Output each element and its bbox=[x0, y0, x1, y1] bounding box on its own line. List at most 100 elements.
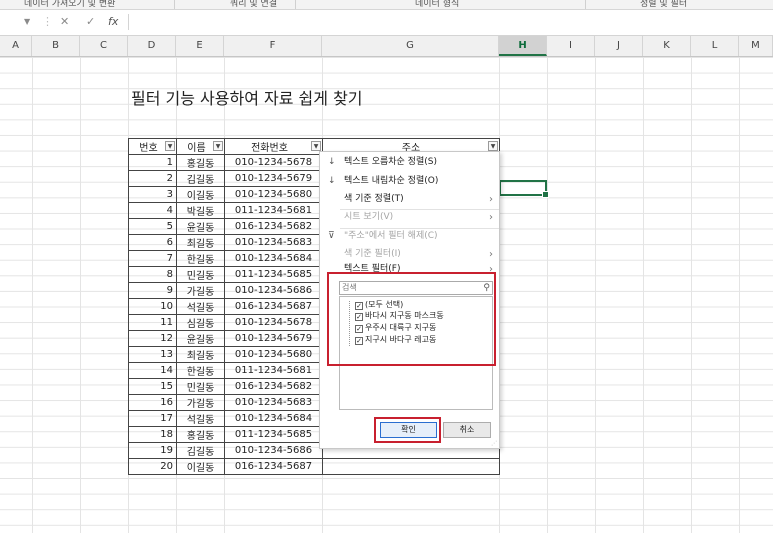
chevron-right-icon: › bbox=[489, 194, 493, 205]
cell-number[interactable]: 20 bbox=[128, 458, 177, 475]
ribbon-group-sort-filter: 정렬 및 필터 bbox=[640, 0, 688, 9]
cell-phone[interactable]: 010-1234-5683 bbox=[224, 234, 323, 251]
name-box-dropdown-icon[interactable]: ▼ bbox=[24, 17, 30, 26]
cell-number[interactable]: 16 bbox=[128, 394, 177, 411]
column-header-k[interactable]: K bbox=[643, 36, 691, 56]
cell-phone[interactable]: 010-1234-5683 bbox=[224, 394, 323, 411]
cell-phone[interactable]: 016-1234-5687 bbox=[224, 298, 323, 315]
cell-phone[interactable]: 010-1234-5684 bbox=[224, 410, 323, 427]
cell-number[interactable]: 7 bbox=[128, 250, 177, 267]
cell-number[interactable]: 19 bbox=[128, 442, 177, 459]
menu-sheet-view[interactable]: 시트 보기(V) › bbox=[320, 208, 499, 227]
cell-phone[interactable]: 011-1234-5685 bbox=[224, 266, 323, 283]
cell-phone[interactable]: 011-1234-5685 bbox=[224, 426, 323, 443]
cell-number[interactable]: 6 bbox=[128, 234, 177, 251]
cell-name[interactable]: 최길동 bbox=[176, 234, 225, 251]
column-header-e[interactable]: E bbox=[176, 36, 224, 56]
cell-number[interactable]: 3 bbox=[128, 186, 177, 203]
cell-name[interactable]: 윤길동 bbox=[176, 330, 225, 347]
menu-sort-by-color[interactable]: 색 기준 정렬(T) › bbox=[320, 190, 499, 209]
header-number: 번호 ▼ bbox=[128, 138, 177, 155]
cell-number[interactable]: 17 bbox=[128, 410, 177, 427]
cell-name[interactable]: 가길동 bbox=[176, 394, 225, 411]
cell-phone[interactable]: 010-1234-5680 bbox=[224, 346, 323, 363]
cell-address[interactable] bbox=[322, 458, 500, 475]
column-header-g[interactable]: G bbox=[322, 36, 499, 56]
insert-function-icon[interactable]: fx bbox=[108, 15, 118, 28]
cell-name[interactable]: 가길동 bbox=[176, 282, 225, 299]
selected-cell[interactable] bbox=[499, 180, 549, 198]
cell-phone[interactable]: 010-1234-5686 bbox=[224, 442, 323, 459]
enter-icon[interactable]: ✓ bbox=[86, 15, 95, 28]
cell-number[interactable]: 11 bbox=[128, 314, 177, 331]
cell-number[interactable]: 8 bbox=[128, 266, 177, 283]
cell-name[interactable]: 홍길동 bbox=[176, 154, 225, 171]
cell-number[interactable]: 1 bbox=[128, 154, 177, 171]
cell-number[interactable]: 14 bbox=[128, 362, 177, 379]
column-header-j[interactable]: J bbox=[595, 36, 643, 56]
filter-dropdown-address[interactable]: ▼ bbox=[488, 141, 498, 151]
cell-number[interactable]: 9 bbox=[128, 282, 177, 299]
cell-phone[interactable]: 010-1234-5684 bbox=[224, 250, 323, 267]
column-header-f[interactable]: F bbox=[224, 36, 322, 56]
cell-name[interactable]: 석길동 bbox=[176, 298, 225, 315]
ribbon-group-get-data: 데이터 가져오기 및 변환 bbox=[24, 0, 116, 9]
filter-dropdown-name[interactable]: ▼ bbox=[213, 141, 223, 151]
cell-phone[interactable]: 011-1234-5681 bbox=[224, 362, 323, 379]
cell-name[interactable]: 이길동 bbox=[176, 186, 225, 203]
header-phone: 전화번호 ▼ bbox=[224, 138, 323, 155]
ribbon-group-labels: 데이터 가져오기 및 변환 쿼리 및 연결 데이터 형식 정렬 및 필터 bbox=[0, 0, 773, 10]
cell-name[interactable]: 민길동 bbox=[176, 378, 225, 395]
cell-number[interactable]: 13 bbox=[128, 346, 177, 363]
cell-phone[interactable]: 016-1234-5687 bbox=[224, 458, 323, 475]
cell-phone[interactable]: 010-1234-5680 bbox=[224, 186, 323, 203]
cell-name[interactable]: 한길동 bbox=[176, 250, 225, 267]
cell-name[interactable]: 박길동 bbox=[176, 202, 225, 219]
cell-phone[interactable]: 016-1234-5682 bbox=[224, 218, 323, 235]
menu-clear-filter[interactable]: ⊽ "주소"에서 필터 해제(C) bbox=[320, 227, 499, 246]
cell-name[interactable]: 최길동 bbox=[176, 346, 225, 363]
menu-sort-descending[interactable]: ↓ 텍스트 내림차순 정렬(O) bbox=[320, 172, 499, 191]
cell-phone[interactable]: 010-1234-5679 bbox=[224, 170, 323, 187]
cell-phone[interactable]: 011-1234-5681 bbox=[224, 202, 323, 219]
column-header-m[interactable]: M bbox=[739, 36, 773, 56]
menu-sort-ascending[interactable]: ↓ 텍스트 오름차순 정렬(S) bbox=[320, 153, 499, 172]
cell-phone[interactable]: 010-1234-5679 bbox=[224, 330, 323, 347]
cell-name[interactable]: 윤길동 bbox=[176, 218, 225, 235]
cell-name[interactable]: 김길동 bbox=[176, 170, 225, 187]
column-header-i[interactable]: I bbox=[547, 36, 595, 56]
cell-name[interactable]: 이길동 bbox=[176, 458, 225, 475]
cell-phone[interactable]: 010-1234-5678 bbox=[224, 314, 323, 331]
column-header-c[interactable]: C bbox=[80, 36, 128, 56]
resize-grip-icon[interactable]: ⋰ bbox=[491, 440, 497, 447]
cell-name[interactable]: 심길동 bbox=[176, 314, 225, 331]
column-header-b[interactable]: B bbox=[32, 36, 80, 56]
filter-dropdown-phone[interactable]: ▼ bbox=[311, 141, 321, 151]
cell-phone[interactable]: 010-1234-5678 bbox=[224, 154, 323, 171]
filter-dropdown-number[interactable]: ▼ bbox=[165, 141, 175, 151]
cell-name[interactable]: 민길동 bbox=[176, 266, 225, 283]
cell-phone[interactable]: 010-1234-5686 bbox=[224, 282, 323, 299]
column-header-l[interactable]: L bbox=[691, 36, 739, 56]
table-row: 20 이길동 016-1234-5687 bbox=[128, 458, 500, 475]
cancel-icon[interactable]: ✕ bbox=[60, 15, 69, 28]
cell-number[interactable]: 15 bbox=[128, 378, 177, 395]
cell-phone[interactable]: 016-1234-5682 bbox=[224, 378, 323, 395]
column-header-d[interactable]: D bbox=[128, 36, 176, 56]
ribbon-group-queries: 쿼리 및 연결 bbox=[230, 0, 278, 9]
formula-input[interactable] bbox=[128, 14, 773, 30]
cell-number[interactable]: 5 bbox=[128, 218, 177, 235]
cancel-button[interactable]: 취소 bbox=[443, 422, 491, 438]
cell-number[interactable]: 4 bbox=[128, 202, 177, 219]
cell-name[interactable]: 홍길동 bbox=[176, 426, 225, 443]
cell-number[interactable]: 10 bbox=[128, 298, 177, 315]
cell-number[interactable]: 18 bbox=[128, 426, 177, 443]
column-header-a[interactable]: A bbox=[0, 36, 32, 56]
cell-number[interactable]: 12 bbox=[128, 330, 177, 347]
cell-name[interactable]: 김길동 bbox=[176, 442, 225, 459]
cell-name[interactable]: 한길동 bbox=[176, 362, 225, 379]
cell-number[interactable]: 2 bbox=[128, 170, 177, 187]
sort-ascending-icon: ↓ bbox=[328, 157, 336, 167]
cell-name[interactable]: 석길동 bbox=[176, 410, 225, 427]
column-header-h[interactable]: H bbox=[499, 36, 547, 56]
